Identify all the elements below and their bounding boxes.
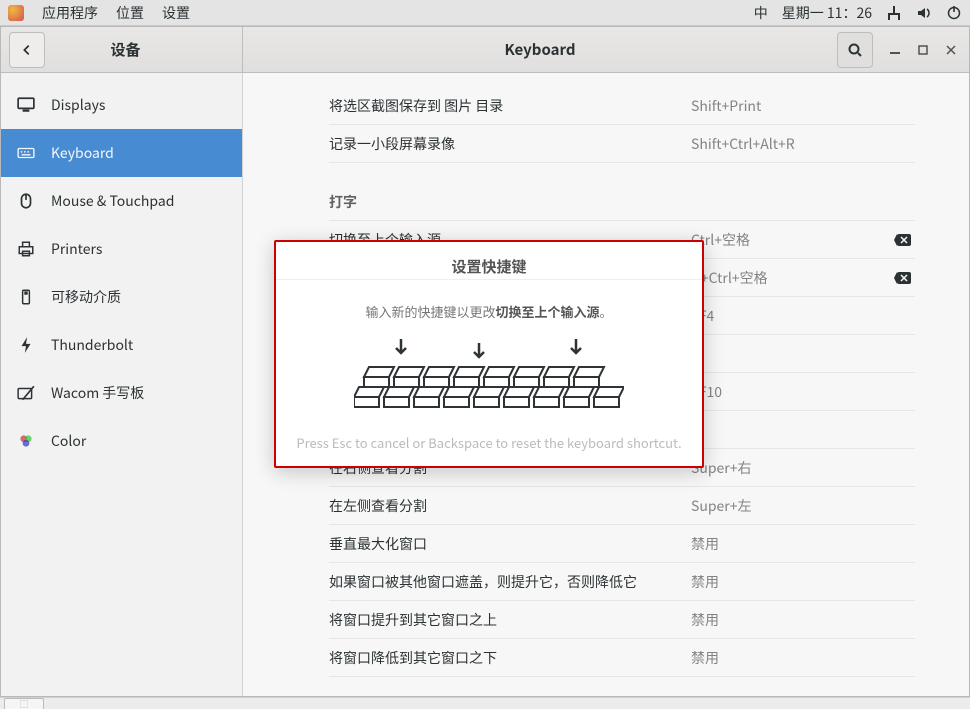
taskbar-entry[interactable]: ⬚ — [4, 698, 44, 709]
bottom-panel — [0, 697, 970, 709]
shortcut-dialog: 设置快捷键 输入新的快捷键以更改切换至上个输入源。 — [274, 240, 704, 468]
keyboard-illustration-icon — [276, 327, 702, 423]
dialog-title: 设置快捷键 — [276, 242, 702, 280]
dialog-hint: Press Esc to cancel or Backspace to rese… — [276, 423, 702, 466]
dialog-message: 输入新的快捷键以更改切换至上个输入源。 — [276, 280, 702, 327]
